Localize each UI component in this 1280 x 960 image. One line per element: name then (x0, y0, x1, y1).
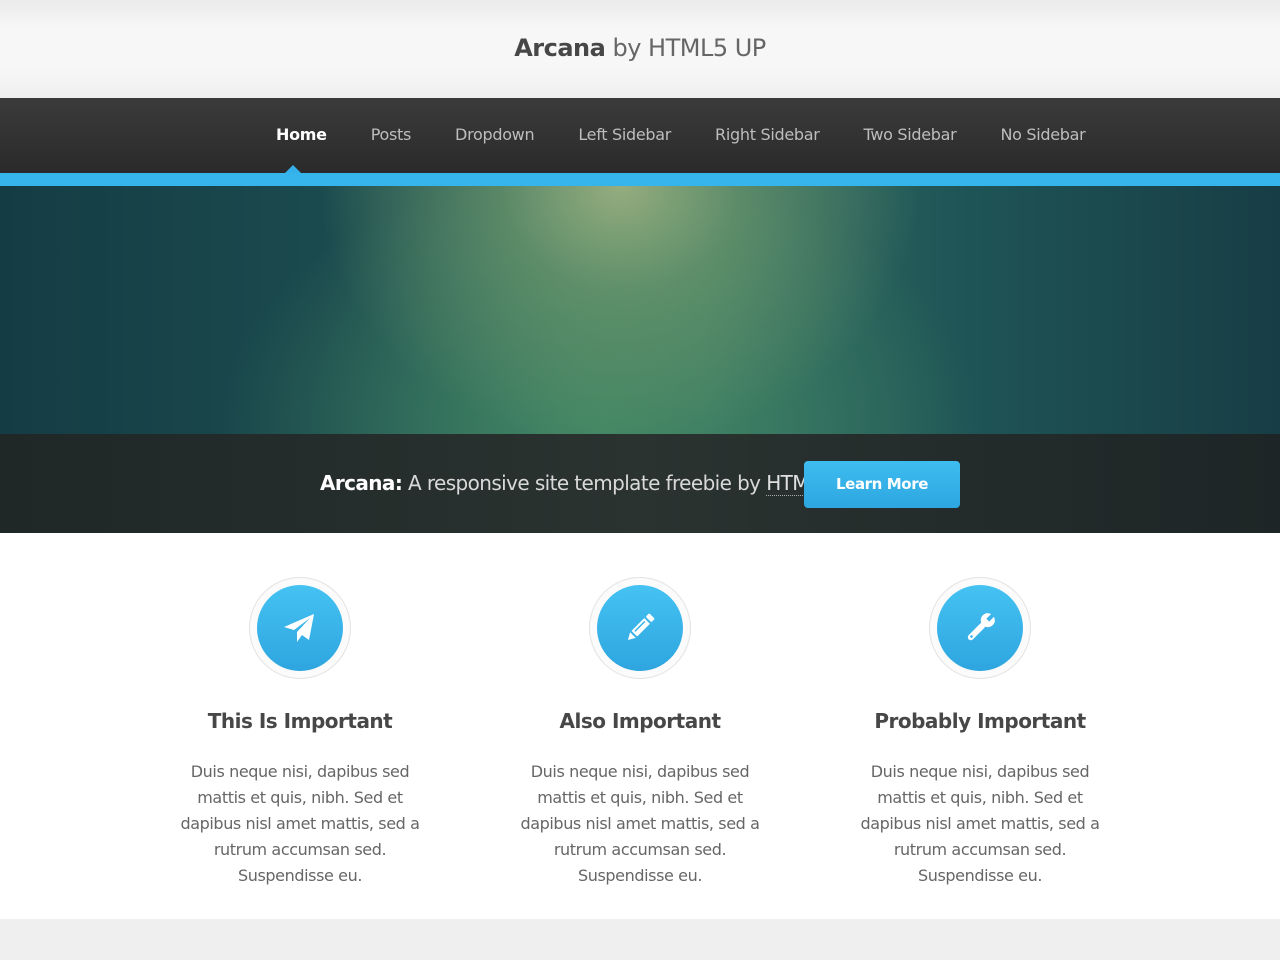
site-byline: by HTML5 UP (612, 34, 766, 62)
nav-item-two-sidebar[interactable]: Two Sidebar (864, 125, 957, 144)
feature-title: Also Important (559, 709, 722, 733)
nav-item-right-sidebar[interactable]: Right Sidebar (715, 125, 820, 144)
site-title[interactable]: Arcana by HTML5 UP (0, 34, 1280, 62)
cta-strong: Arcana: (320, 471, 403, 495)
site-brand[interactable]: Arcana (514, 34, 606, 62)
features-section: This Is Important Duis neque nisi, dapib… (0, 533, 1280, 919)
paper-plane-icon (257, 585, 343, 671)
feature-card: This Is Important Duis neque nisi, dapib… (155, 577, 445, 889)
accent-bar (0, 173, 1280, 186)
nav-item-dropdown[interactable]: Dropdown (455, 125, 535, 144)
feature-card: Probably Important Duis neque nisi, dapi… (835, 577, 1125, 889)
nav-item-home[interactable]: Home (276, 125, 327, 144)
nav-item-posts[interactable]: Posts (371, 125, 412, 144)
cta-bar: Arcana: A responsive site template freeb… (0, 434, 1280, 533)
feature-body: Duis neque nisi, dapibus sed mattis et q… (860, 762, 1100, 885)
nav-item-left-sidebar[interactable]: Left Sidebar (578, 125, 671, 144)
pencil-icon (597, 585, 683, 671)
wrench-icon (937, 585, 1023, 671)
active-nav-indicator (285, 165, 301, 173)
learn-more-button[interactable]: Learn More (804, 461, 960, 508)
feature-body: Duis neque nisi, dapibus sed mattis et q… (180, 762, 420, 885)
main-nav: Home Posts Dropdown Left Sidebar Right S… (0, 98, 1280, 173)
nav-item-no-sidebar[interactable]: No Sidebar (1000, 125, 1085, 144)
feature-icon-ring (249, 577, 351, 679)
footer-strip (0, 919, 1280, 960)
feature-body: Duis neque nisi, dapibus sed mattis et q… (520, 762, 760, 885)
feature-card: Also Important Duis neque nisi, dapibus … (495, 577, 785, 889)
cta-description: A responsive site template freebie by (402, 471, 767, 495)
feature-title: Probably Important (874, 709, 1086, 733)
cta-text: Arcana: A responsive site template freeb… (320, 471, 863, 496)
hero-banner (0, 186, 1280, 434)
site-header: Arcana by HTML5 UP (0, 0, 1280, 98)
feature-title: This Is Important (207, 709, 393, 733)
feature-icon-ring (929, 577, 1031, 679)
feature-icon-ring (589, 577, 691, 679)
